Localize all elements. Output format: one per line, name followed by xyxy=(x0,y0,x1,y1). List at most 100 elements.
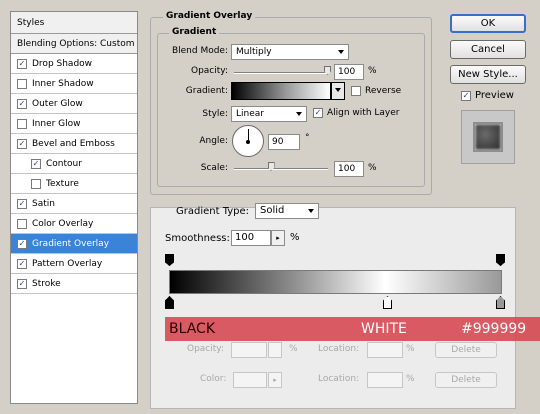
chevron-down-icon xyxy=(296,112,302,116)
stop-color-label: Color: xyxy=(200,374,227,384)
style-item-label: Drop Shadow xyxy=(32,59,93,69)
style-item[interactable]: Texture xyxy=(11,174,137,194)
style-select[interactable]: Linear xyxy=(231,106,307,122)
style-item[interactable]: Outer Glow xyxy=(11,94,137,114)
stop-opacity-location-input[interactable] xyxy=(367,342,403,358)
style-item-label: Gradient Overlay xyxy=(32,239,110,249)
smoothness-stepper[interactable]: ▸ xyxy=(271,230,285,246)
scale-percent: % xyxy=(368,163,377,173)
style-item[interactable]: Contour xyxy=(11,154,137,174)
style-list: Drop Shadow Inner Shadow Outer Glow Inner G… xyxy=(11,54,137,294)
style-item[interactable]: Pattern Overlay xyxy=(11,254,137,274)
angle-label: Angle: xyxy=(199,136,228,146)
align-with-layer-checkbox[interactable] xyxy=(313,108,323,118)
gradient-swatch[interactable] xyxy=(231,82,331,100)
style-item-checkbox[interactable] xyxy=(17,139,27,149)
gradient-preview-bar[interactable] xyxy=(169,270,502,294)
stop-opacity-label: Opacity: xyxy=(187,344,224,354)
smoothness-input[interactable]: 100 xyxy=(231,230,271,246)
opacity-input[interactable]: 100 xyxy=(334,64,364,80)
preview-checkbox[interactable] xyxy=(461,91,471,101)
stop-opacity-percent: % xyxy=(289,344,298,354)
chevron-down-icon xyxy=(308,209,314,213)
degree-symbol: ° xyxy=(305,133,310,143)
new-style-button[interactable]: New Style... xyxy=(450,65,526,84)
style-item[interactable]: Gradient Overlay xyxy=(11,234,137,254)
stop-label-black: BLACK xyxy=(169,321,216,337)
reverse-label: Reverse xyxy=(365,86,402,96)
preview-label: Preview xyxy=(475,90,514,101)
scale-label: Scale: xyxy=(200,163,228,173)
gradient-picker-dropdown[interactable] xyxy=(331,82,345,100)
style-item-checkbox[interactable] xyxy=(17,119,27,129)
style-item[interactable]: Color Overlay xyxy=(11,214,137,234)
ok-button[interactable]: OK xyxy=(450,14,526,33)
style-item-checkbox[interactable] xyxy=(17,59,27,69)
smoothness-label: Smoothness: xyxy=(165,233,230,244)
align-with-layer-label: Align with Layer xyxy=(327,108,400,118)
reverse-checkbox[interactable] xyxy=(351,86,361,96)
stop-opacity-input[interactable] xyxy=(231,342,267,358)
delete-opacity-stop-button[interactable]: Delete xyxy=(435,342,497,358)
styles-panel: Styles Blending Options: Custom Drop Sha… xyxy=(10,11,138,404)
gradient-group-title: Gradient xyxy=(169,27,220,37)
style-item[interactable]: Inner Glow xyxy=(11,114,137,134)
style-item-label: Inner Glow xyxy=(32,119,81,129)
opacity-slider-track[interactable] xyxy=(234,72,328,74)
style-item-label: Texture xyxy=(46,179,79,189)
style-item-label: Satin xyxy=(32,199,55,209)
style-item-label: Pattern Overlay xyxy=(32,259,103,269)
style-item-checkbox[interactable] xyxy=(17,219,27,229)
style-item[interactable]: Stroke xyxy=(11,274,137,294)
smoothness-percent: % xyxy=(290,232,300,243)
gradient-type-label: Gradient Type: xyxy=(176,206,250,217)
stop-annotation-band: BLACK WHITE #999999 xyxy=(165,317,540,341)
style-item-checkbox[interactable] xyxy=(31,159,41,169)
stop-color-location-label: Location: xyxy=(318,374,360,384)
section-title: Gradient Overlay xyxy=(163,11,256,21)
angle-dial[interactable] xyxy=(232,125,264,157)
stop-opacity-location-label: Location: xyxy=(318,344,360,354)
gradient-type-select[interactable]: Solid xyxy=(255,203,319,219)
stop-opacity-location-percent: % xyxy=(406,344,415,354)
style-item-checkbox[interactable] xyxy=(17,199,27,209)
cancel-button[interactable]: Cancel xyxy=(450,40,526,59)
preview-thumbnail xyxy=(461,110,515,164)
style-item[interactable]: Inner Shadow xyxy=(11,74,137,94)
preview-tile xyxy=(473,122,503,152)
style-item[interactable]: Drop Shadow xyxy=(11,54,137,74)
chevron-down-icon xyxy=(338,50,344,54)
stop-color-swatch[interactable] xyxy=(233,372,267,388)
style-item-label: Contour xyxy=(46,159,82,169)
styles-header[interactable]: Styles xyxy=(11,12,137,34)
blend-mode-select[interactable]: Multiply xyxy=(231,44,349,60)
scale-slider-track[interactable] xyxy=(234,168,328,170)
blend-mode-value: Multiply xyxy=(236,47,272,57)
opacity-percent: % xyxy=(368,66,377,76)
gradient-label: Gradient: xyxy=(185,86,228,96)
style-item-checkbox[interactable] xyxy=(17,99,27,109)
style-label: Style: xyxy=(202,109,228,119)
style-item[interactable]: Satin xyxy=(11,194,137,214)
style-item-label: Outer Glow xyxy=(32,99,83,109)
style-item-checkbox[interactable] xyxy=(17,79,27,89)
stop-color-arrow[interactable]: ▸ xyxy=(268,372,282,388)
style-item-checkbox[interactable] xyxy=(17,239,27,249)
style-item-checkbox[interactable] xyxy=(31,179,41,189)
stop-label-white: WHITE xyxy=(361,321,407,337)
style-item-checkbox[interactable] xyxy=(17,259,27,269)
scale-input[interactable]: 100 xyxy=(334,161,364,177)
style-item-checkbox[interactable] xyxy=(17,279,27,289)
style-item-label: Bevel and Emboss xyxy=(32,139,115,149)
stop-opacity-stepper[interactable] xyxy=(268,342,282,358)
angle-input[interactable]: 90 xyxy=(268,134,300,150)
stop-color-location-input[interactable] xyxy=(367,372,403,388)
blending-options-item[interactable]: Blending Options: Custom xyxy=(11,34,137,54)
style-item-label: Inner Shadow xyxy=(32,79,94,89)
delete-color-stop-button[interactable]: Delete xyxy=(435,372,497,388)
opacity-label: Opacity: xyxy=(191,66,228,76)
style-item[interactable]: Bevel and Emboss xyxy=(11,134,137,154)
blend-mode-label: Blend Mode: xyxy=(171,46,228,56)
stop-label-gray: #999999 xyxy=(461,321,527,337)
style-value: Linear xyxy=(236,109,264,119)
